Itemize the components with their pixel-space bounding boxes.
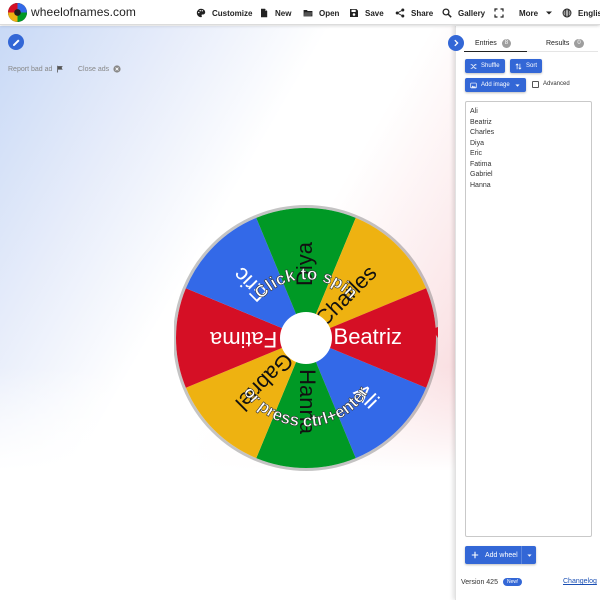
globe-icon bbox=[562, 8, 572, 18]
share-label: Share bbox=[411, 8, 434, 18]
add-image-label: Add image bbox=[481, 82, 510, 88]
share-icon bbox=[395, 8, 405, 18]
entry-item: Beatriz bbox=[470, 118, 492, 126]
main-area: Report bad ad Close ads Ali Hanna Gabriel F… bbox=[0, 26, 455, 600]
tab-entries-label: Entries bbox=[475, 39, 497, 47]
flag-icon bbox=[57, 65, 64, 73]
entries-panel: Entries 8 Results 0 Shuffle Sort Add ima… bbox=[448, 26, 600, 600]
sort-icon bbox=[515, 62, 522, 70]
close-circle-icon bbox=[113, 65, 121, 73]
tab-entries[interactable]: Entries 8 bbox=[475, 36, 512, 50]
pencil-icon bbox=[12, 38, 20, 46]
new-button[interactable]: New bbox=[259, 6, 291, 20]
shuffle-label: Shuffle bbox=[481, 63, 500, 69]
wheel-label-fatima: Fatima bbox=[209, 327, 277, 352]
save-label: Save bbox=[365, 8, 384, 18]
new-file-icon bbox=[261, 8, 268, 18]
version-label: Version 425 bbox=[461, 578, 498, 586]
chevron-down-icon bbox=[546, 11, 553, 15]
chevron-down-icon bbox=[515, 83, 520, 87]
more-label: More bbox=[519, 8, 539, 18]
wheel-center bbox=[280, 312, 332, 364]
close-ads-link[interactable]: Close ads bbox=[78, 65, 121, 73]
more-menu[interactable]: More bbox=[519, 6, 554, 20]
tab-results-label: Results bbox=[546, 39, 570, 47]
entry-item: Ali bbox=[470, 108, 478, 115]
entry-item: Hanna bbox=[470, 181, 491, 189]
wheel-label-beatriz: Beatriz bbox=[334, 324, 402, 349]
share-button[interactable]: Share bbox=[395, 6, 433, 20]
sort-button[interactable]: Sort bbox=[510, 59, 543, 73]
entry-item: Gabriel bbox=[470, 171, 493, 178]
plus-icon bbox=[471, 551, 479, 559]
entries-textarea[interactable]: Ali Beatriz Charles Diya Eric Fatima Gabriel Ha… bbox=[465, 101, 592, 537]
entry-item: Diya bbox=[470, 139, 485, 147]
image-icon bbox=[470, 82, 477, 88]
fullscreen-button[interactable] bbox=[494, 6, 504, 20]
palette-icon bbox=[196, 8, 206, 18]
spin-wheel[interactable]: AliHannaGabrielFatimaEric DiyaCharlesBeat… bbox=[174, 203, 438, 473]
add-image-button[interactable]: Add image bbox=[465, 78, 526, 92]
logo-icon[interactable] bbox=[8, 3, 27, 22]
language-menu[interactable]: English bbox=[562, 6, 600, 20]
changelog-link[interactable]: Changelog bbox=[563, 578, 597, 585]
add-wheel-dropdown[interactable] bbox=[521, 546, 536, 564]
entries-count-badge: 8 bbox=[501, 38, 512, 48]
folder-open-icon bbox=[303, 10, 313, 17]
open-label: Open bbox=[319, 8, 340, 18]
report-bad-ad-label: Report bad ad bbox=[8, 65, 53, 73]
new-badge: New! bbox=[502, 578, 523, 586]
chevron-right-icon bbox=[454, 39, 459, 47]
entry-item: Charles bbox=[470, 129, 495, 136]
add-wheel-main[interactable]: Add wheel bbox=[465, 546, 521, 564]
open-button[interactable]: Open bbox=[303, 6, 339, 20]
save-icon bbox=[350, 9, 358, 17]
advanced-label: Advanced bbox=[543, 81, 570, 87]
collapse-panel-button[interactable] bbox=[448, 35, 464, 51]
language-label: English bbox=[578, 8, 600, 18]
save-button[interactable]: Save bbox=[349, 6, 384, 20]
gallery-label: Gallery bbox=[458, 8, 486, 18]
sort-label: Sort bbox=[526, 63, 538, 69]
close-ads-label: Close ads bbox=[78, 65, 110, 73]
version-info: Version 425 New! bbox=[461, 578, 523, 586]
top-bar: wheelofnames.com Customize New Open Save… bbox=[0, 0, 600, 25]
active-tab-indicator bbox=[464, 51, 527, 52]
tab-results[interactable]: Results 0 bbox=[546, 36, 584, 50]
customize-label: Customize bbox=[212, 8, 253, 18]
add-wheel-button[interactable]: Add wheel bbox=[465, 546, 536, 564]
customize-button[interactable]: Customize bbox=[196, 6, 252, 20]
edit-button[interactable] bbox=[8, 34, 24, 50]
advanced-checkbox[interactable] bbox=[532, 81, 539, 88]
report-bad-ad-link[interactable]: Report bad ad bbox=[8, 65, 64, 73]
entry-item: Eric bbox=[470, 150, 483, 157]
chevron-down-icon bbox=[526, 553, 532, 557]
search-icon bbox=[442, 8, 452, 18]
add-wheel-label: Add wheel bbox=[485, 551, 518, 559]
results-count-badge: 0 bbox=[574, 38, 584, 48]
shuffle-button[interactable]: Shuffle bbox=[465, 59, 505, 73]
shuffle-icon bbox=[470, 63, 477, 69]
app-name[interactable]: wheelofnames.com bbox=[31, 5, 136, 19]
entry-item: Fatima bbox=[470, 160, 492, 168]
gallery-button[interactable]: Gallery bbox=[442, 6, 485, 20]
fullscreen-icon bbox=[494, 8, 504, 18]
new-label: New bbox=[275, 8, 292, 18]
